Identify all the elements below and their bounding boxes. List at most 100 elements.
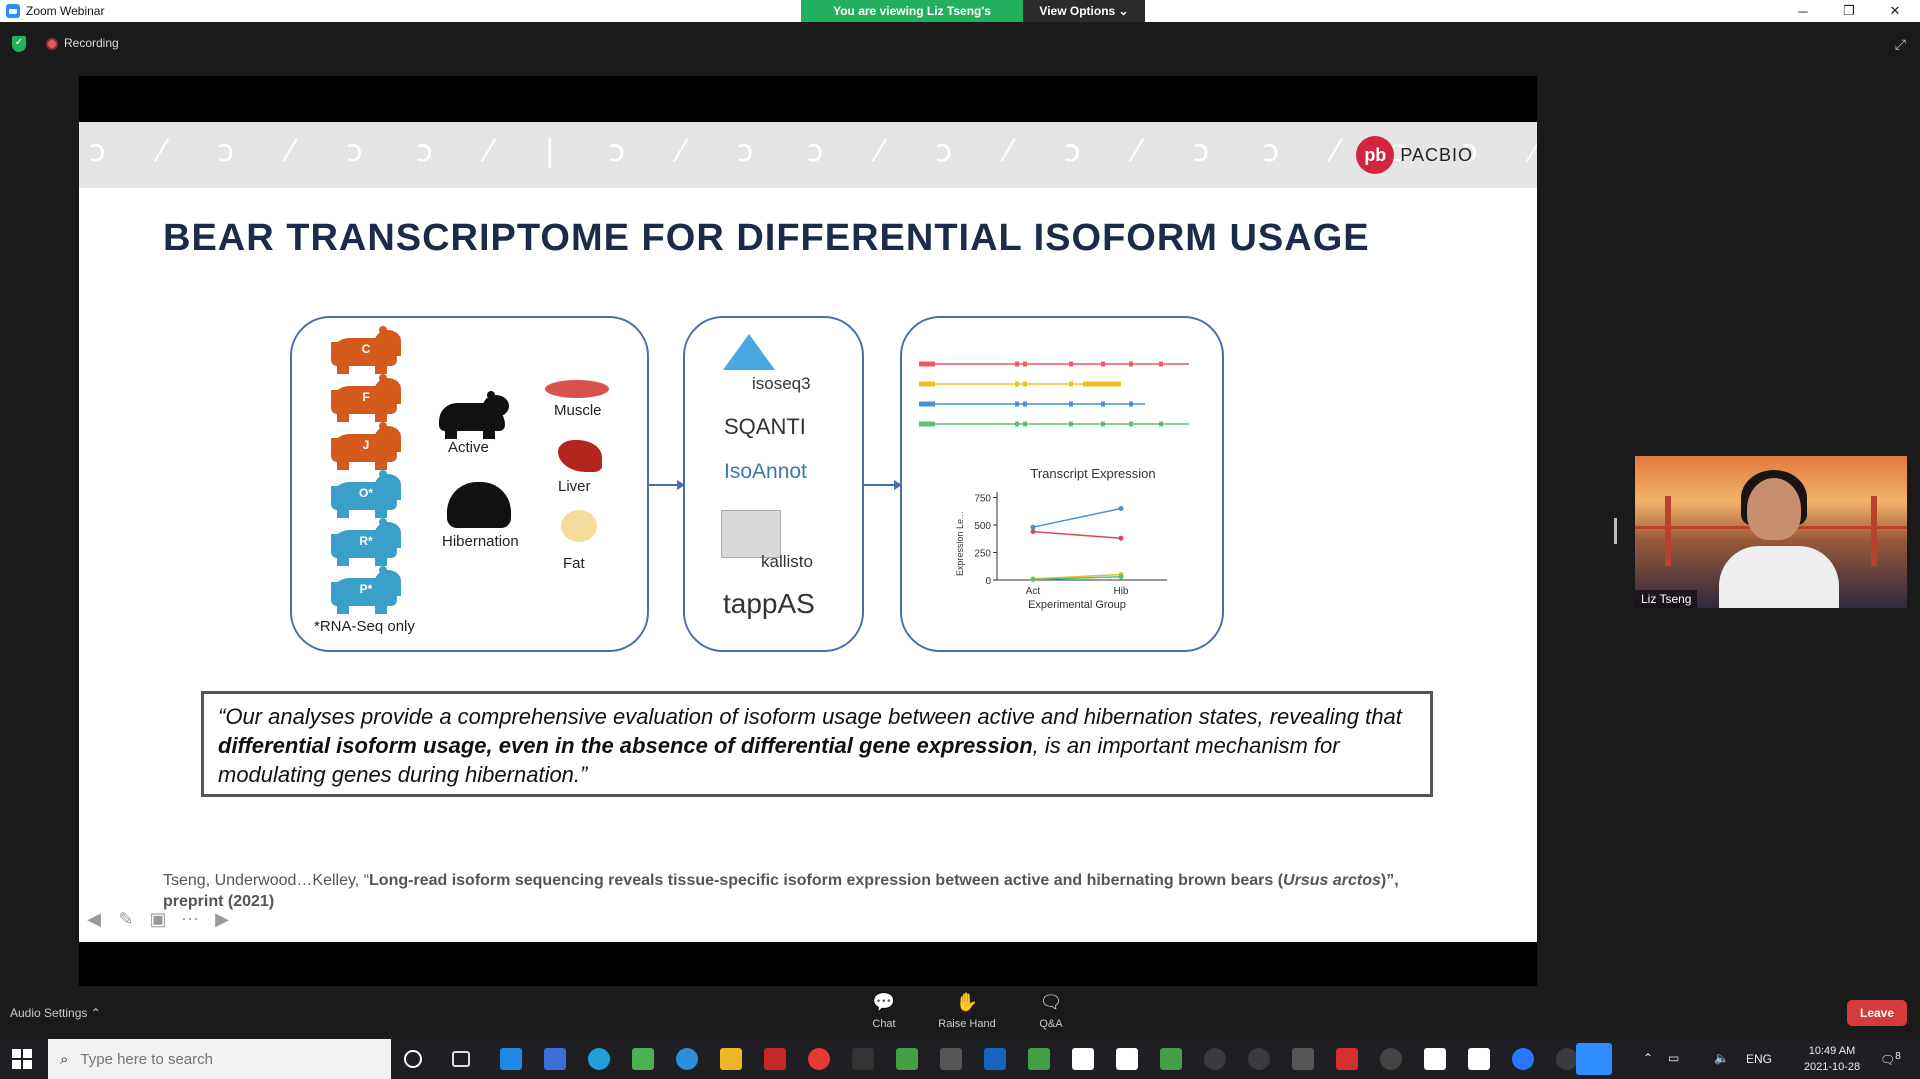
word-app-icon[interactable] xyxy=(1072,1048,1094,1070)
chrome-app-icon-4[interactable] xyxy=(1160,1048,1182,1070)
isoform-exon xyxy=(1159,361,1163,367)
chat-label: Chat xyxy=(872,1018,896,1030)
minimize-button[interactable]: ─ xyxy=(1780,0,1826,22)
notification-center-icon[interactable]: 🗨8 xyxy=(1880,1051,1901,1067)
slide-header-banner: ɔ ⁄ ɔ ⁄ ɔ ɔ ⁄ | ɔ ⁄ ɔ ɔ ⁄ ɔ ⁄ ɔ ⁄ ɔ ɔ ⁄ … xyxy=(79,122,1537,188)
previous-slide-icon[interactable]: ◀ xyxy=(83,908,105,930)
citation-title: Long-read isoform sequencing reveals tis… xyxy=(369,872,1284,889)
audio-settings-button[interactable]: Audio Settings ⌃ xyxy=(10,1006,101,1020)
search-input[interactable] xyxy=(80,1050,361,1068)
security-shield-icon[interactable]: ✓ xyxy=(12,36,26,52)
chrome-app-icon-2[interactable] xyxy=(896,1048,918,1070)
isoform-exon xyxy=(1023,381,1027,387)
restore-button[interactable]: ❐ xyxy=(1826,0,1872,22)
isoform-exon xyxy=(1015,361,1019,367)
slide-navigation: ◀ ✎ ▣ ⋯ ▶ xyxy=(83,908,233,930)
app-icon-dim-2[interactable] xyxy=(1248,1048,1270,1070)
close-button[interactable]: ✕ xyxy=(1872,0,1918,22)
more-options-icon[interactable]: ⋯ xyxy=(179,908,201,930)
recording-icon xyxy=(46,38,58,50)
participant-video-tile[interactable]: Liz Tseng xyxy=(1635,456,1907,608)
zoom-app-icon xyxy=(6,4,20,18)
app-icon-dim-3[interactable] xyxy=(1556,1048,1578,1070)
x-axis-label: Experimental Group xyxy=(1028,599,1126,611)
chrome-app-icon[interactable] xyxy=(632,1048,654,1070)
taskbar-search[interactable]: ⌕ xyxy=(48,1039,391,1079)
y-tick-label: 500 xyxy=(974,521,991,532)
leave-button[interactable]: Leave xyxy=(1847,1000,1907,1026)
bear-label: C xyxy=(331,342,401,356)
isoform-exon xyxy=(1015,381,1019,387)
slack-app-icon[interactable] xyxy=(1116,1048,1138,1070)
hand-icon: ✋ xyxy=(955,992,979,1012)
bear-icon-p-star: P* xyxy=(331,566,401,614)
acrobat-app-icon[interactable] xyxy=(1336,1048,1358,1070)
tissue-label-liver: Liver xyxy=(558,478,591,495)
citation-species: Ursus arctos xyxy=(1283,872,1381,889)
isoform-exon xyxy=(919,361,935,367)
flow-arrow-2 xyxy=(864,480,902,490)
slide-title: BEAR TRANSCRIPTOME FOR DIFFERENTIAL ISOF… xyxy=(163,217,1370,259)
wordpress-app-icon[interactable] xyxy=(1292,1048,1314,1070)
globe-app-icon[interactable] xyxy=(676,1048,698,1070)
tray-expand-icon[interactable]: ⌃ xyxy=(1643,1051,1653,1065)
language-indicator[interactable]: ENG xyxy=(1746,1052,1772,1066)
app-icon-white[interactable] xyxy=(1424,1048,1446,1070)
flow-arrow-1 xyxy=(649,480,685,490)
panel-resize-handle[interactable] xyxy=(1614,518,1617,544)
r-app-icon[interactable] xyxy=(1512,1048,1534,1070)
cortana-icon[interactable] xyxy=(404,1050,422,1068)
isoform-exon xyxy=(1101,401,1105,407)
isoform-exon xyxy=(1129,401,1133,407)
windows-taskbar: ⌕ ⌃ ▭ 🔈 ENG 10:49 A xyxy=(0,1039,1920,1079)
network-tray-icon[interactable]: ▭ xyxy=(1668,1051,1679,1065)
isoform-exon xyxy=(1015,401,1019,407)
isoform-exon xyxy=(1083,381,1121,387)
isoform-exon xyxy=(1023,361,1027,367)
app-icon-gu[interactable] xyxy=(940,1048,962,1070)
muscle-icon xyxy=(545,380,609,398)
pen-tool-icon[interactable]: ✎ xyxy=(115,908,137,930)
volume-tray-icon[interactable]: 🔈 xyxy=(1714,1051,1729,1065)
app-icon-dim-1[interactable] xyxy=(1204,1048,1226,1070)
github-app-icon[interactable] xyxy=(1380,1048,1402,1070)
qa-button[interactable]: 🗨 Q&A xyxy=(1016,992,1086,1030)
task-view-icon[interactable] xyxy=(452,1051,470,1067)
data-point-1-0 xyxy=(1030,529,1036,535)
pdf-app-icon[interactable] xyxy=(764,1048,786,1070)
next-slide-icon[interactable]: ▶ xyxy=(211,908,233,930)
calendar-app-icon[interactable] xyxy=(544,1048,566,1070)
bear-icon-f: F xyxy=(331,374,401,422)
transcript-expression-chart: Transcript Expression 0 250 500 750 Act Hib Exp… xyxy=(955,466,1167,611)
app-icon-blue[interactable] xyxy=(984,1048,1006,1070)
data-point-3-0 xyxy=(1030,576,1036,582)
taskbar-clock[interactable]: 10:49 AM 2021-10-28 xyxy=(1800,1043,1864,1075)
zoom-taskbar-icon[interactable] xyxy=(1576,1043,1612,1075)
view-options-button[interactable]: View Options ⌄ xyxy=(1023,0,1145,22)
chat-button[interactable]: 💬 Chat xyxy=(849,992,919,1030)
state-label-active: Active xyxy=(448,439,489,456)
chrome-app-icon-3[interactable] xyxy=(1028,1048,1050,1070)
bear-label: F xyxy=(331,390,401,404)
clock-time: 10:49 AM xyxy=(1808,1045,1856,1057)
isoform-exon xyxy=(1159,421,1163,427)
slack-app-icon-2[interactable] xyxy=(1468,1048,1490,1070)
start-button[interactable] xyxy=(12,1049,32,1069)
fullscreen-icon[interactable]: ⤢ xyxy=(1895,36,1906,53)
file-explorer-icon[interactable] xyxy=(720,1048,742,1070)
pacbio-logo: pb PACBIO xyxy=(1356,136,1473,174)
isoform-exon xyxy=(1101,361,1105,367)
app-icon-grad[interactable] xyxy=(852,1048,874,1070)
app-icon-red[interactable] xyxy=(808,1048,830,1070)
notification-count: 8 xyxy=(1895,1051,1901,1062)
y-tick-label: 0 xyxy=(985,576,991,587)
isoform-exon xyxy=(1129,421,1133,427)
series-line-1 xyxy=(1032,530,1122,539)
tool-sqanti: SQANTI xyxy=(724,414,806,439)
slide-thumbnails-icon[interactable]: ▣ xyxy=(147,908,169,930)
clock-date: 2021-10-28 xyxy=(1803,1061,1861,1073)
qa-label: Q&A xyxy=(1039,1018,1063,1030)
raise-hand-button[interactable]: ✋ Raise Hand xyxy=(932,992,1002,1030)
internet-explorer-icon[interactable] xyxy=(500,1048,522,1070)
edge-browser-icon[interactable] xyxy=(588,1048,610,1070)
